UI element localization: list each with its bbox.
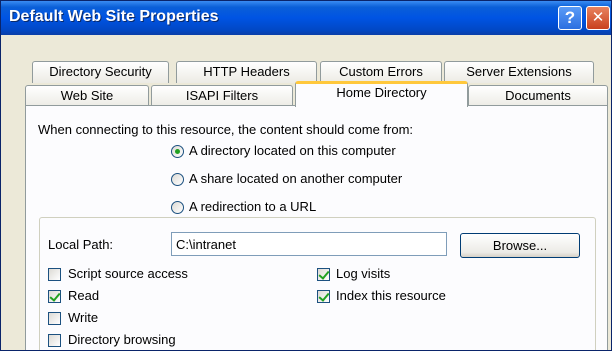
checkbox-script-source-access-label[interactable]: Script source access [68, 266, 188, 281]
close-icon: ✕ [591, 8, 605, 26]
title-bar[interactable]: Default Web Site Properties ? ✕ [1, 1, 611, 35]
tab-server-extensions[interactable]: Server Extensions [444, 61, 594, 83]
tab-home-directory[interactable]: Home Directory [295, 81, 468, 107]
close-button[interactable]: ✕ [586, 6, 610, 30]
question-mark-icon: ? [564, 8, 576, 27]
tab-custom-errors[interactable]: Custom Errors [320, 61, 442, 83]
radio-url-redirection-label[interactable]: A redirection to a URL [189, 199, 316, 214]
radio-network-share[interactable] [171, 173, 184, 186]
local-path-label: Local Path: [48, 237, 114, 252]
radio-local-directory[interactable] [171, 145, 184, 158]
help-button[interactable]: ? [558, 6, 582, 30]
local-path-input[interactable] [171, 232, 447, 256]
checkbox-write[interactable] [48, 312, 61, 325]
window-title: Default Web Site Properties [9, 8, 219, 25]
checkbox-read-label[interactable]: Read [68, 288, 99, 303]
checkbox-directory-browsing[interactable] [48, 334, 61, 347]
checkbox-log-visits-label[interactable]: Log visits [336, 266, 390, 281]
tab-documents[interactable]: Documents [468, 85, 608, 107]
browse-button[interactable]: Browse... [460, 233, 580, 258]
radio-network-share-label[interactable]: A share located on another computer [189, 171, 402, 186]
radio-selected-dot [175, 149, 180, 154]
checkbox-index-resource[interactable] [317, 290, 330, 303]
checkbox-script-source-access[interactable] [48, 268, 61, 281]
tab-web-site[interactable]: Web Site [25, 85, 149, 107]
tab-isapi-filters[interactable]: ISAPI Filters [151, 85, 293, 107]
properties-dialog: Default Web Site Properties ? ✕ Director… [0, 0, 612, 351]
checkbox-read[interactable] [48, 290, 61, 303]
radio-url-redirection[interactable] [171, 201, 184, 214]
checkbox-index-resource-label[interactable]: Index this resource [336, 288, 446, 303]
checkbox-write-label[interactable]: Write [68, 310, 98, 325]
home-directory-panel: When connecting to this resource, the co… [25, 105, 608, 350]
tab-http-headers[interactable]: HTTP Headers [176, 61, 317, 83]
checkbox-directory-browsing-label[interactable]: Directory browsing [68, 332, 176, 347]
radio-local-directory-label[interactable]: A directory located on this computer [189, 143, 396, 158]
content-source-prompt: When connecting to this resource, the co… [38, 122, 414, 137]
tab-directory-security[interactable]: Directory Security [32, 61, 169, 83]
checkbox-log-visits[interactable] [317, 268, 330, 281]
